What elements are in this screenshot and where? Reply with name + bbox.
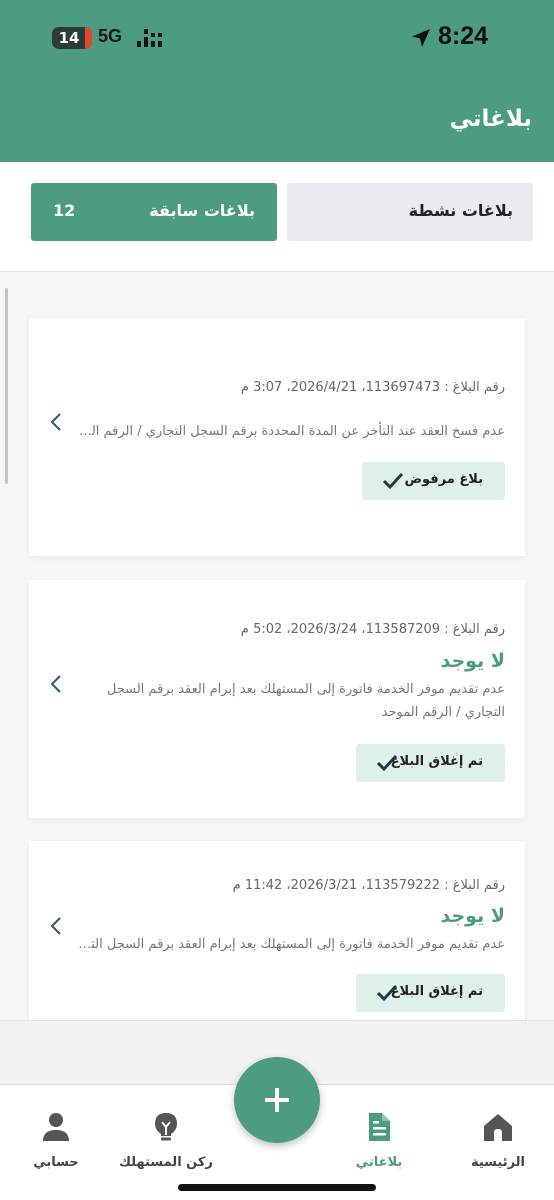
battery-level: 14 [58,29,80,47]
status-label: بلاغ مرفوض [404,472,483,487]
status-bar: 14 5G 8:24 [0,0,554,76]
nav-item-account[interactable]: حسابي [1,1085,111,1185]
check-icon [382,472,404,490]
tab-active-reports[interactable]: بلاغات نشطة [287,183,533,241]
chevron-left-icon[interactable] [49,674,63,694]
status-label: تم إغلاق البلاغ [390,754,483,769]
scroll-indicator[interactable] [5,288,8,484]
report-description: عدم تقديم موفر الخدمة فاتورة إلى المستهل… [75,937,505,952]
user-icon [43,1113,69,1141]
page-title: بلاغاتي [449,106,532,132]
signal-icon [137,29,162,47]
tab-active-label: بلاغات نشطة [408,201,513,220]
battery-indicator: 14 [52,27,92,49]
status-badge[interactable]: تم إغلاق البلاغ [356,744,505,782]
network-type: 5G [98,26,123,46]
clock: 8:24 [438,22,489,50]
lightbulb-icon [155,1113,177,1141]
report-heading: لا يوجد [440,905,505,927]
status-badge[interactable]: بلاغ مرفوض [362,462,505,500]
tabs-bar: بلاغات نشطة بلاغات سابقة 12 [0,162,554,272]
report-meta: رقم البلاغ : 113579222، 2026/3/21، 11:42… [232,878,505,893]
tab-previous-label: بلاغات سابقة [149,201,255,220]
report-meta: رقم البلاغ : 113697473، 2026/4/21، 3:07 … [240,380,505,395]
nav-item-reports[interactable]: بلاغاتي [324,1085,434,1185]
chevron-left-icon[interactable] [49,916,63,936]
report-card[interactable]: رقم البلاغ : 113587209، 2026/3/24، 5:02 … [29,580,525,818]
tab-previous-count: 12 [53,201,76,220]
report-card[interactable]: رقم البلاغ : 113579222، 2026/3/21، 11:42… [29,841,525,1031]
check-icon [376,984,398,1002]
tab-previous-reports[interactable]: بلاغات سابقة 12 [31,183,277,241]
plus-icon [265,1088,289,1112]
report-description: عدم فسخ العقد عند التأخر عن المدة المحدد… [75,424,505,439]
nav-label-account: حسابي [33,1155,79,1170]
report-card[interactable]: رقم البلاغ : 113697473، 2026/4/21، 3:07 … [29,318,525,556]
report-meta: رقم البلاغ : 113587209، 2026/3/24، 5:02 … [240,622,505,637]
nav-label-reports: بلاغاتي [355,1155,403,1170]
report-heading: لا يوجد [440,650,505,672]
nav-item-home[interactable]: الرئيسية [443,1085,553,1185]
chevron-left-icon[interactable] [49,412,63,432]
status-badge[interactable]: تم إغلاق البلاغ [356,974,505,1012]
status-label: تم إغلاق البلاغ [390,984,483,999]
check-icon [376,754,398,772]
home-indicator [178,1184,376,1191]
nav-item-consumer-corner[interactable]: ركن المستهلك [111,1085,221,1185]
nav-label-home: الرئيسية [470,1155,526,1170]
app-header: 14 5G 8:24 بلاغاتي [0,0,554,162]
location-arrow-icon [412,29,430,47]
document-icon [369,1113,390,1141]
home-icon [484,1114,512,1141]
add-report-button[interactable] [234,1057,320,1143]
nav-label-consumer-corner: ركن المستهلك [119,1155,213,1170]
report-description: عدم تقديم موفر الخدمة فاتورة إلى المستهل… [106,682,505,720]
